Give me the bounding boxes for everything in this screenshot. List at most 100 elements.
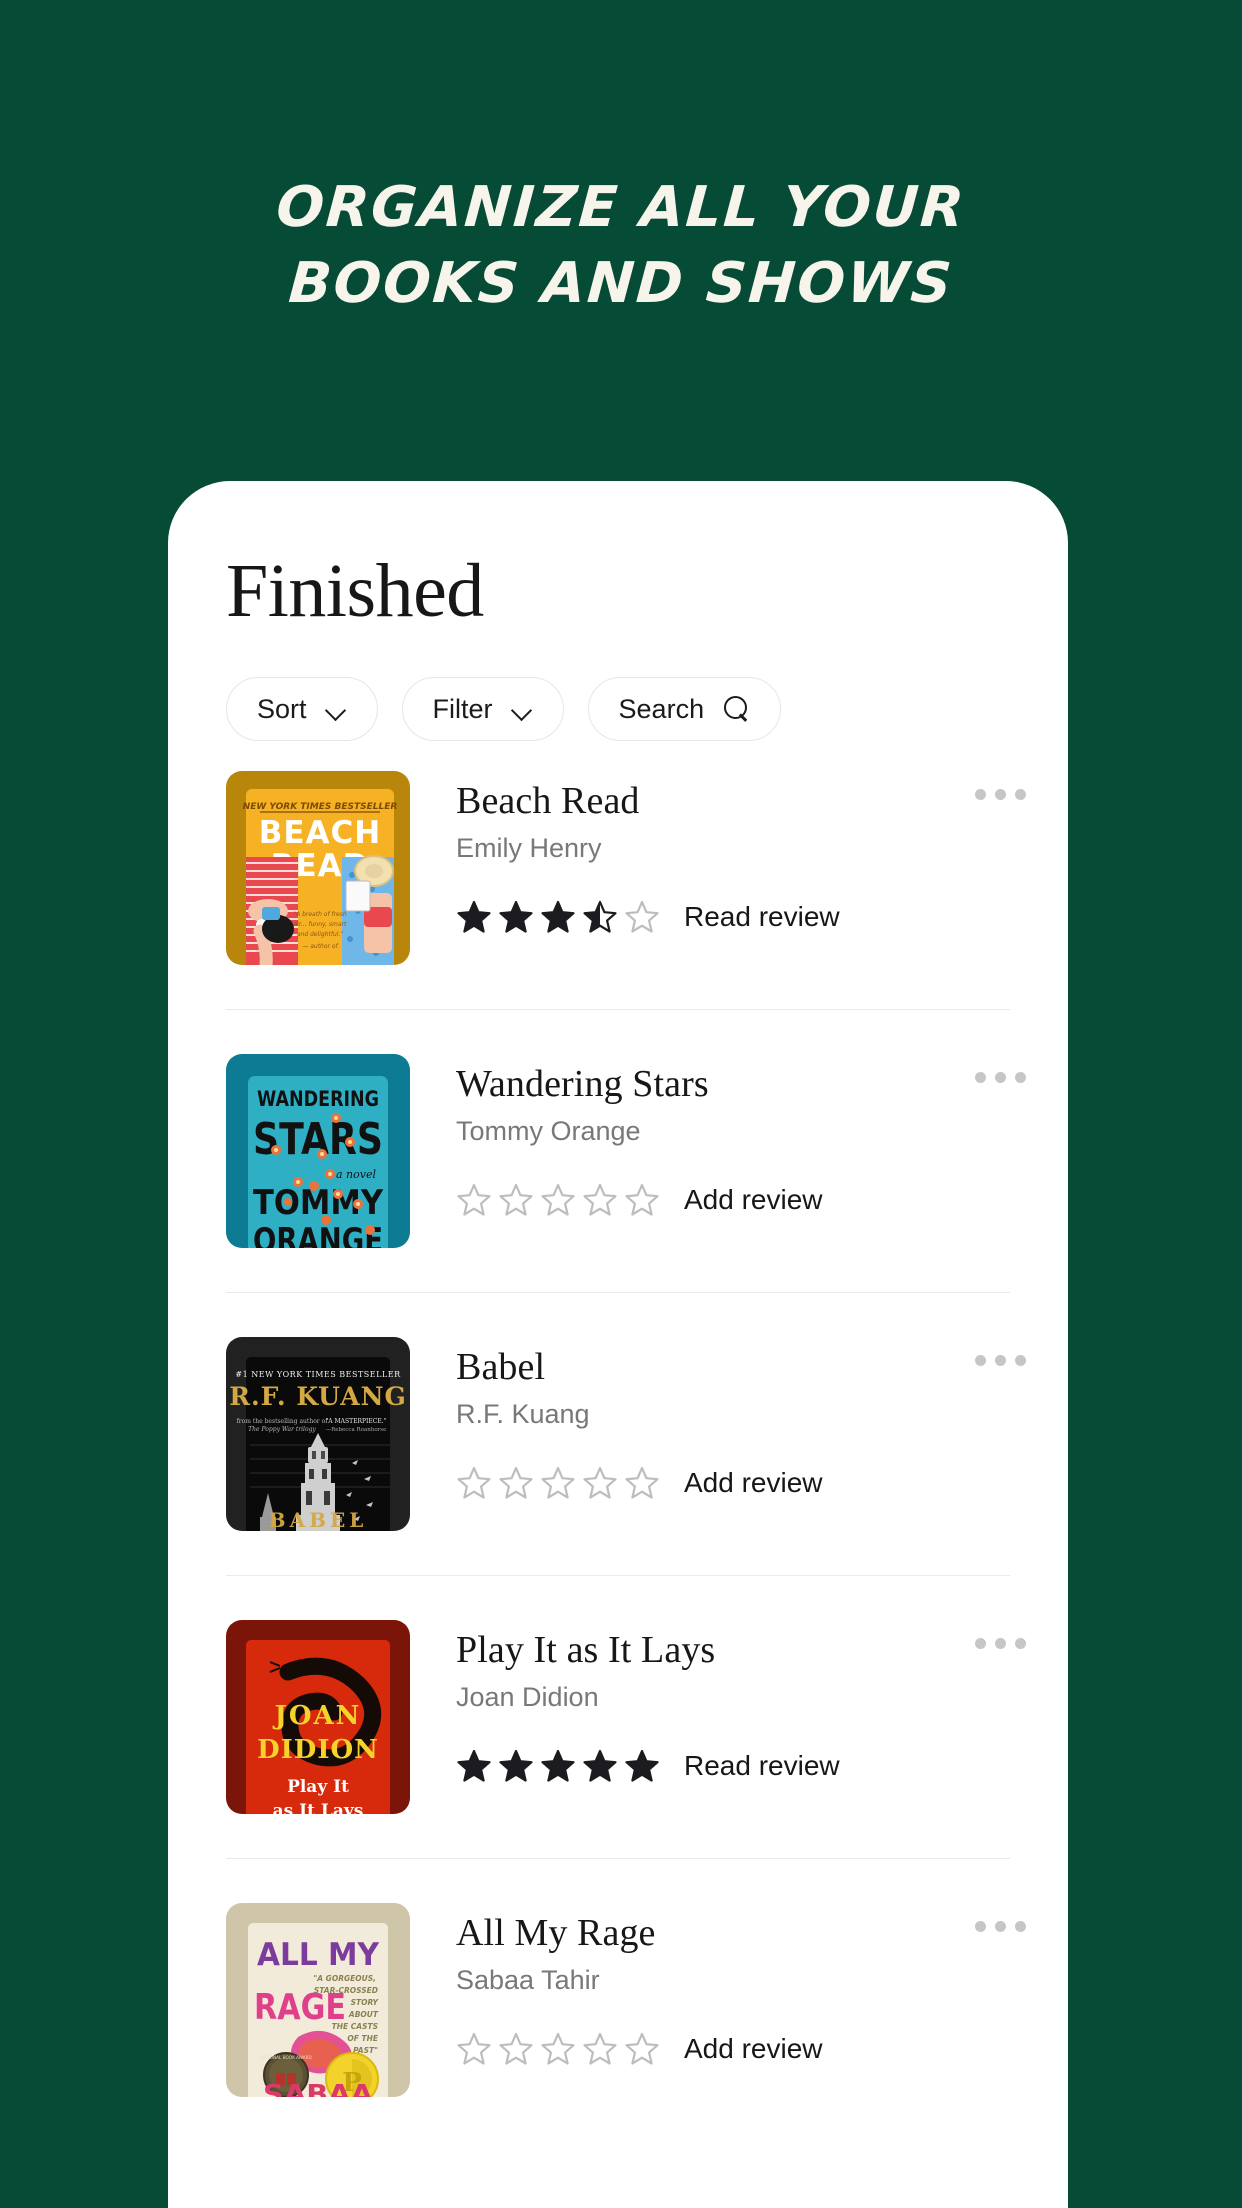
book-author: Emily Henry bbox=[456, 833, 602, 863]
svg-text:ALL MY: ALL MY bbox=[257, 1937, 380, 1973]
review-link[interactable]: Add review bbox=[684, 2033, 823, 2065]
star-full[interactable] bbox=[582, 1748, 618, 1784]
star-full[interactable] bbox=[456, 1748, 492, 1784]
search-button-label: Search bbox=[618, 693, 705, 724]
babel-cover[interactable]: #1 NEW YORK TIMES BESTSELLER R.F. KUANG … bbox=[226, 1337, 410, 1531]
book-details: Beach Read Emily Henry Read review bbox=[410, 771, 1068, 965]
star-empty[interactable] bbox=[582, 2031, 618, 2067]
svg-text:BABEL: BABEL bbox=[269, 1508, 368, 1531]
more-options-icon[interactable] bbox=[975, 1638, 1026, 1649]
star-full[interactable] bbox=[498, 899, 534, 935]
star-empty[interactable] bbox=[624, 1182, 660, 1218]
book-details: Play It as It Lays Joan Didion Read review bbox=[410, 1620, 1068, 1814]
chevron-down-icon bbox=[513, 703, 533, 715]
rating-row: Add review bbox=[456, 1182, 1068, 1218]
star-empty[interactable] bbox=[456, 1182, 492, 1218]
book-list-item[interactable]: WANDERING STARS a novel TOMMY ORANGE Wan… bbox=[168, 1054, 1068, 1248]
app-screen-card: Finished Sort Filter Search NEW YORK TIM… bbox=[168, 481, 1068, 2208]
star-empty[interactable] bbox=[540, 1465, 576, 1501]
list-divider bbox=[226, 1292, 1010, 1293]
svg-text:"A GORGEOUS,: "A GORGEOUS, bbox=[313, 1974, 376, 1983]
star-empty[interactable] bbox=[498, 1465, 534, 1501]
all-my-rage-cover[interactable]: ALL MY RAGE "A GORGEOUS, STAR-CROSSED ST… bbox=[226, 1903, 410, 2097]
rating-row: Add review bbox=[456, 1465, 1068, 1501]
sort-button[interactable]: Sort bbox=[226, 677, 378, 741]
svg-text:from the bestselling author of: from the bestselling author of bbox=[237, 1418, 329, 1425]
more-options-icon[interactable] bbox=[975, 1355, 1026, 1366]
star-empty[interactable] bbox=[624, 1465, 660, 1501]
wandering-stars-cover[interactable]: WANDERING STARS a novel TOMMY ORANGE bbox=[226, 1054, 410, 1248]
star-empty[interactable] bbox=[498, 2031, 534, 2067]
star-full[interactable] bbox=[456, 899, 492, 935]
book-title: Wandering Stars bbox=[456, 1063, 709, 1105]
list-divider bbox=[226, 1858, 1010, 1859]
svg-text:as It Lays: as It Lays bbox=[273, 1801, 364, 1814]
hero-headline-line-1: Organize All Your bbox=[274, 175, 968, 240]
filter-toolbar: Sort Filter Search bbox=[168, 633, 1068, 741]
book-details: All My Rage Sabaa Tahir Add review bbox=[410, 1903, 1068, 2097]
book-list-item[interactable]: ALL MY RAGE "A GORGEOUS, STAR-CROSSED ST… bbox=[168, 1903, 1068, 2097]
star-empty[interactable] bbox=[540, 1182, 576, 1218]
star-rating[interactable] bbox=[456, 2031, 660, 2067]
page-title: Finished bbox=[226, 549, 484, 633]
hero-headline: Organize All Your Books and Shows bbox=[0, 170, 1242, 322]
star-full[interactable] bbox=[540, 1748, 576, 1784]
svg-text:STORY: STORY bbox=[351, 1998, 380, 2007]
svg-text:STARS: STARS bbox=[253, 1114, 383, 1165]
book-title: All My Rage bbox=[456, 1912, 656, 1954]
beach-read-cover[interactable]: NEW YORK TIMES BESTSELLER BEACH READ "A … bbox=[226, 771, 410, 965]
svg-text:#1 NEW YORK TIMES BESTSELLER: #1 NEW YORK TIMES BESTSELLER bbox=[235, 1370, 401, 1379]
list-divider bbox=[226, 1575, 1010, 1576]
star-empty[interactable] bbox=[498, 1182, 534, 1218]
book-list-item[interactable]: #1 NEW YORK TIMES BESTSELLER R.F. KUANG … bbox=[168, 1337, 1068, 1531]
hero-headline-line-2: Books and Shows bbox=[286, 251, 956, 316]
svg-text:— author of: — author of bbox=[302, 943, 338, 950]
review-link[interactable]: Add review bbox=[684, 1467, 823, 1499]
svg-text:THE CASTS: THE CASTS bbox=[332, 2022, 378, 2031]
star-empty[interactable] bbox=[582, 1465, 618, 1501]
svg-text:"A breath of fresh: "A breath of fresh bbox=[293, 911, 347, 918]
svg-text:OF THE: OF THE bbox=[347, 2034, 379, 2043]
review-link[interactable]: Read review bbox=[684, 901, 840, 933]
book-list-item[interactable]: NEW YORK TIMES BESTSELLER BEACH READ "A … bbox=[168, 771, 1068, 965]
star-empty[interactable] bbox=[582, 1182, 618, 1218]
star-rating[interactable] bbox=[456, 899, 660, 935]
svg-text:NEW YORK TIMES BESTSELLER: NEW YORK TIMES BESTSELLER bbox=[243, 802, 398, 812]
rating-row: Add review bbox=[456, 2031, 1068, 2067]
star-full[interactable] bbox=[498, 1748, 534, 1784]
more-options-icon[interactable] bbox=[975, 789, 1026, 800]
star-empty[interactable] bbox=[624, 899, 660, 935]
star-half[interactable] bbox=[582, 899, 618, 935]
svg-text:JOAN: JOAN bbox=[273, 1701, 362, 1731]
star-full[interactable] bbox=[540, 899, 576, 935]
star-empty[interactable] bbox=[456, 1465, 492, 1501]
review-link[interactable]: Read review bbox=[684, 1750, 840, 1782]
svg-text:and delightful.": and delightful." bbox=[297, 931, 343, 938]
play-it-as-it-lays-cover[interactable]: JOAN DIDION Play It as It Lays bbox=[226, 1620, 410, 1814]
star-rating[interactable] bbox=[456, 1182, 660, 1218]
book-list-item[interactable]: JOAN DIDION Play It as It Lays Play It as… bbox=[168, 1620, 1068, 1814]
svg-text:a novel: a novel bbox=[336, 1168, 376, 1181]
filter-button-label: Filter bbox=[432, 693, 493, 724]
svg-text:WANDERING: WANDERING bbox=[257, 1087, 379, 1111]
star-empty[interactable] bbox=[456, 2031, 492, 2067]
review-link[interactable]: Add review bbox=[684, 1184, 823, 1216]
star-rating[interactable] bbox=[456, 1465, 660, 1501]
book-author: Tommy Orange bbox=[456, 1116, 641, 1146]
book-author: Sabaa Tahir bbox=[456, 1965, 600, 1995]
more-options-icon[interactable] bbox=[975, 1921, 1026, 1932]
book-author: Joan Didion bbox=[456, 1682, 599, 1712]
svg-text:"A MASTERPIECE.": "A MASTERPIECE." bbox=[326, 1418, 387, 1425]
svg-text:—Rebecca Roanhorse: —Rebecca Roanhorse bbox=[326, 1427, 387, 1433]
star-empty[interactable] bbox=[540, 2031, 576, 2067]
rating-row: Read review bbox=[456, 899, 1068, 935]
filter-button[interactable]: Filter bbox=[401, 677, 564, 741]
book-details: Wandering Stars Tommy Orange Add review bbox=[410, 1054, 1068, 1248]
star-rating[interactable] bbox=[456, 1748, 660, 1784]
search-button[interactable]: Search bbox=[587, 677, 782, 741]
book-details: Babel R.F. Kuang Add review bbox=[410, 1337, 1068, 1531]
more-options-icon[interactable] bbox=[975, 1072, 1026, 1083]
star-full[interactable] bbox=[624, 1748, 660, 1784]
star-empty[interactable] bbox=[624, 2031, 660, 2067]
book-title: Babel bbox=[456, 1346, 546, 1388]
